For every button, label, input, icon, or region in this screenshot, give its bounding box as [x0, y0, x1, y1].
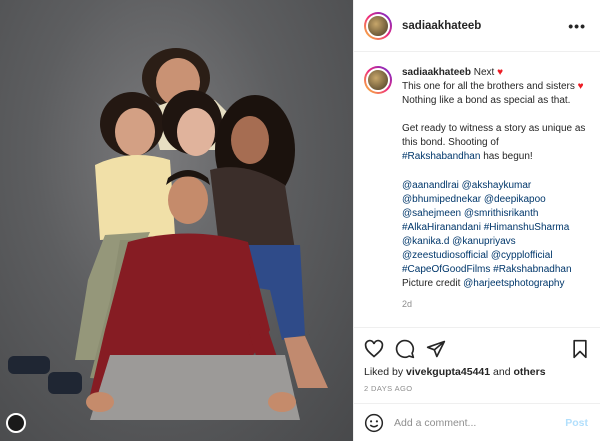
- caption-line3: Nothing like a bond as special as that.: [402, 95, 571, 107]
- author-avatar[interactable]: [364, 11, 392, 40]
- caption-avatar[interactable]: [364, 66, 392, 94]
- comment-icon[interactable]: [395, 339, 415, 359]
- post-comment-button[interactable]: Post: [565, 417, 588, 429]
- likes-prefix: Liked by: [364, 366, 404, 378]
- comment-bar: Post: [354, 403, 600, 441]
- mention-line[interactable]: @sahejmeen @smrithisrikanth: [402, 207, 588, 221]
- author-username[interactable]: sadiaakhateeb: [402, 20, 568, 32]
- heart-icon[interactable]: [364, 339, 384, 359]
- heart-emoji-icon: ♥: [497, 67, 503, 78]
- caption-line4b: has begun!: [483, 151, 533, 163]
- caption-time: 2d: [402, 299, 413, 310]
- heart-emoji-icon: ♥: [577, 81, 584, 93]
- credit-prefix: Picture credit: [402, 278, 461, 290]
- photo-corner-icon: [6, 413, 26, 433]
- mention-line[interactable]: @aanandlrai @akshaykumar: [402, 179, 588, 193]
- more-icon[interactable]: •••: [568, 18, 586, 34]
- caption-text: sadiaakhateeb Next ♥ This one for all th…: [402, 66, 588, 327]
- mention-line[interactable]: @zeestudiosofficial @cypplofficial: [402, 249, 588, 263]
- mention-line[interactable]: @kanika.d @kanupriyavs: [402, 235, 588, 249]
- mention-line[interactable]: @bhumipednekar @deepikapoo: [402, 193, 588, 207]
- emoji-icon[interactable]: [364, 413, 384, 433]
- share-icon[interactable]: [426, 339, 446, 359]
- comment-input[interactable]: [394, 416, 566, 429]
- credit-handle[interactable]: @harjeetsphotography: [463, 278, 564, 289]
- post-dialog: sadiaakhateeb ••• sadiaakhateeb Next ♥ T…: [0, 0, 600, 441]
- post-actions: Liked by vivekgupta45441 and others 2 DA…: [354, 327, 600, 403]
- post-header: sadiaakhateeb •••: [354, 0, 600, 52]
- post-photo[interactable]: [0, 0, 353, 441]
- action-icon-row: [364, 334, 590, 364]
- likes-middle: and: [493, 366, 511, 378]
- likes-user[interactable]: vivekgupta45441: [406, 366, 490, 378]
- likes-others[interactable]: others: [513, 366, 545, 378]
- caption-line1: Next: [473, 67, 495, 78]
- likes-summary: Liked by vivekgupta45441 and others: [364, 366, 590, 378]
- mention-line[interactable]: #CapeOfGoodFilms #Rakshabnadhan: [402, 263, 588, 277]
- post-date: 2 DAYS AGO: [364, 384, 413, 393]
- caption-hashtag[interactable]: #Rakshabandhan: [402, 151, 480, 162]
- bookmark-icon[interactable]: [570, 339, 590, 359]
- mention-line[interactable]: #AlkaHiranandani #HimanshuSharma: [402, 221, 588, 235]
- photo-illustration: [8, 48, 328, 420]
- caption-line2: This one for all the brothers and sister…: [402, 81, 575, 93]
- caption-username[interactable]: sadiaakhateeb: [402, 67, 471, 78]
- post-side-panel: sadiaakhateeb ••• sadiaakhateeb Next ♥ T…: [353, 0, 600, 441]
- caption-line4: Get ready to witness a story as unique a…: [402, 123, 586, 149]
- caption-area: sadiaakhateeb Next ♥ This one for all th…: [354, 52, 600, 327]
